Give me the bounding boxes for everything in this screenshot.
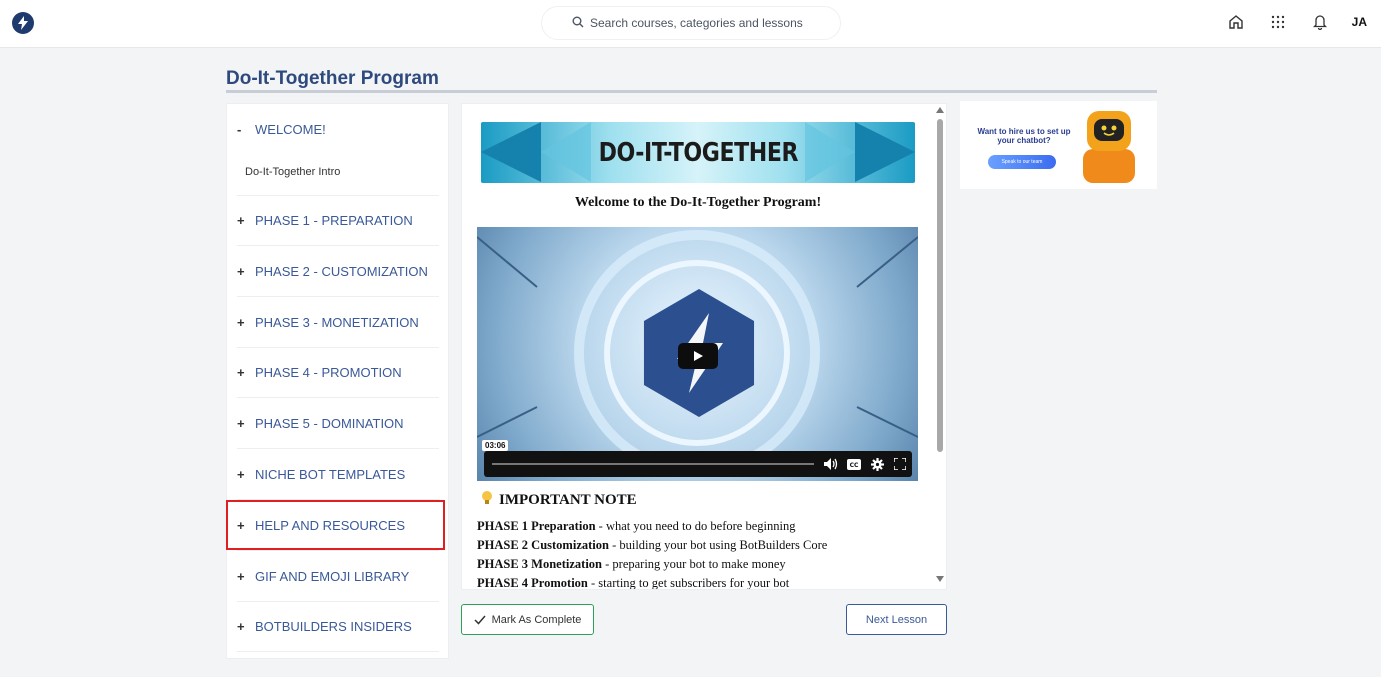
sidebar-item-label: PHASE 2 - CUSTOMIZATION [255,264,428,279]
sidebar-item-phase-4[interactable]: + PHASE 4 - PROMOTION [237,348,439,398]
phase-description-2: PHASE 2 Customization - building your bo… [477,538,827,553]
sidebar-item-label: PHASE 1 - PREPARATION [255,213,413,228]
phase-name: PHASE 2 Customization [477,538,609,552]
video-timestamp: 03:06 [482,440,509,451]
welcome-heading: Welcome to the Do-It-Together Program! [574,195,822,210]
expand-icon: + [237,264,245,279]
search-icon [572,16,584,31]
sidebar-item-label: WELCOME! [255,121,326,137]
sidebar-item-label: GIF AND EMOJI LIBRARY [255,569,410,584]
scroll-down-arrow-icon[interactable] [936,576,944,582]
sidebar-item-welcome[interactable]: - WELCOME! [237,104,439,154]
phase-text: - building your bot using BotBuilders Co… [608,538,828,552]
scroll-up-arrow-icon[interactable] [936,107,944,113]
content-scrollbar[interactable] [933,103,947,590]
banner-chevron-left-inner [541,122,591,182]
expand-icon: + [237,467,245,482]
banner-title: DO-IT-TOGETHER [598,137,798,168]
sidebar-item-help-and-resources[interactable]: + HELP AND RESOURCES [237,501,439,551]
bell-icon[interactable] [1310,12,1330,32]
phase-text: - what you need to do before beginning [595,519,796,533]
sidebar-item-phase-3[interactable]: + PHASE 3 - MONETIZATION [237,298,439,348]
settings-gear-icon[interactable] [870,457,884,471]
top-navigation-bar: JA [0,0,1381,48]
sidebar-item-niche-bot-templates[interactable]: + NICHE BOT TEMPLATES [237,450,439,500]
chatbot-promo-banner[interactable]: Want to hire us to set up your chatbot? … [960,101,1157,189]
note-title-text: IMPORTANT NOTE [499,492,637,508]
apps-grid-icon[interactable] [1268,12,1288,32]
expand-icon: + [237,416,245,431]
sidebar-item-label: HELP AND RESOURCES [255,518,406,533]
phase-description-3: PHASE 3 Monetization - preparing your bo… [477,557,786,572]
captions-label: CC [850,462,859,469]
logo-icon[interactable] [12,12,34,34]
volume-icon[interactable] [824,457,838,471]
next-lesson-button[interactable]: Next Lesson [846,604,947,635]
sidebar-item-phase-1[interactable]: + PHASE 1 - PREPARATION [237,196,439,246]
sidebar-item-label: PHASE 5 - DOMINATION [255,416,404,431]
expand-icon: + [237,619,245,634]
sidebar-item-label: NICHE BOT TEMPLATES [255,467,406,482]
sidebar-item-phase-2[interactable]: + PHASE 2 - CUSTOMIZATION [237,247,439,297]
sidebar-item-phase-5[interactable]: + PHASE 5 - DOMINATION [237,399,439,449]
mark-as-complete-button[interactable]: Mark As Complete [461,604,594,635]
sidebar-item-label: PHASE 4 - PROMOTION [255,365,402,380]
speak-to-our-team-button[interactable]: Speak to our team [988,155,1056,169]
collapse-icon: - [237,121,242,137]
lightbulb-icon [481,490,493,511]
banner-chevron-right [855,122,915,182]
search-input[interactable] [590,16,810,30]
user-avatar[interactable]: JA [1352,15,1367,29]
video-controls: CC [484,451,912,477]
robot-mascot-body [1083,149,1135,183]
phase-description-1: PHASE 1 Preparation - what you need to d… [477,519,795,534]
lesson-banner: DO-IT-TOGETHER [481,122,915,183]
scroll-thumb[interactable] [937,119,943,452]
phase-text: - preparing your bot to make money [602,557,786,571]
phase-name: PHASE 4 Promotion [477,576,588,590]
phase-name: PHASE 3 Monetization [477,557,602,571]
play-button[interactable] [678,343,718,369]
lesson-link-intro[interactable]: Do-It-Together Intro [245,166,340,178]
robot-mascot-face [1094,119,1124,141]
phase-text: - starting to get subscribers for your b… [587,576,790,590]
promo-headline: Want to hire us to set up your chatbot? [977,127,1071,145]
captions-icon[interactable]: CC [847,457,861,471]
next-lesson-label: Next Lesson [865,613,928,626]
banner-chevron-left [481,122,541,182]
expand-icon: + [237,213,245,228]
lesson-content-panel: DO-IT-TOGETHER Welcome to the Do-It-Toge… [461,103,947,590]
mark-as-complete-label: Mark As Complete [491,613,582,626]
sidebar-item-botbuilders-insiders[interactable]: + BOTBUILDERS INSIDERS [237,602,439,652]
expand-icon: + [237,569,245,584]
page-title: Do-It-Together Program [226,68,439,89]
sidebar-item-label: BOTBUILDERS INSIDERS [255,619,412,634]
course-sidebar: - WELCOME! Do-It-Together Intro + PHASE … [226,103,449,659]
home-icon[interactable] [1226,12,1246,32]
title-divider [226,90,1157,93]
sidebar-item-gif-and-emoji-library[interactable]: + GIF AND EMOJI LIBRARY [237,552,439,602]
fullscreen-icon[interactable] [893,457,907,471]
expand-icon: + [237,315,245,330]
sidebar-item-label: PHASE 3 - MONETIZATION [255,315,419,330]
video-player[interactable]: 03:06 CC [477,227,918,481]
important-note-heading: IMPORTANT NOTE [481,490,637,511]
expand-icon: + [237,365,245,380]
checkmark-icon [474,615,486,625]
phase-description-4: PHASE 4 Promotion - starting to get subs… [477,576,790,590]
play-icon [694,351,703,361]
phase-name: PHASE 1 Preparation [477,519,596,533]
expand-icon: + [237,518,245,533]
search-bar[interactable] [541,6,841,40]
banner-chevron-right-inner [805,122,855,182]
video-progress-bar[interactable] [492,463,814,465]
